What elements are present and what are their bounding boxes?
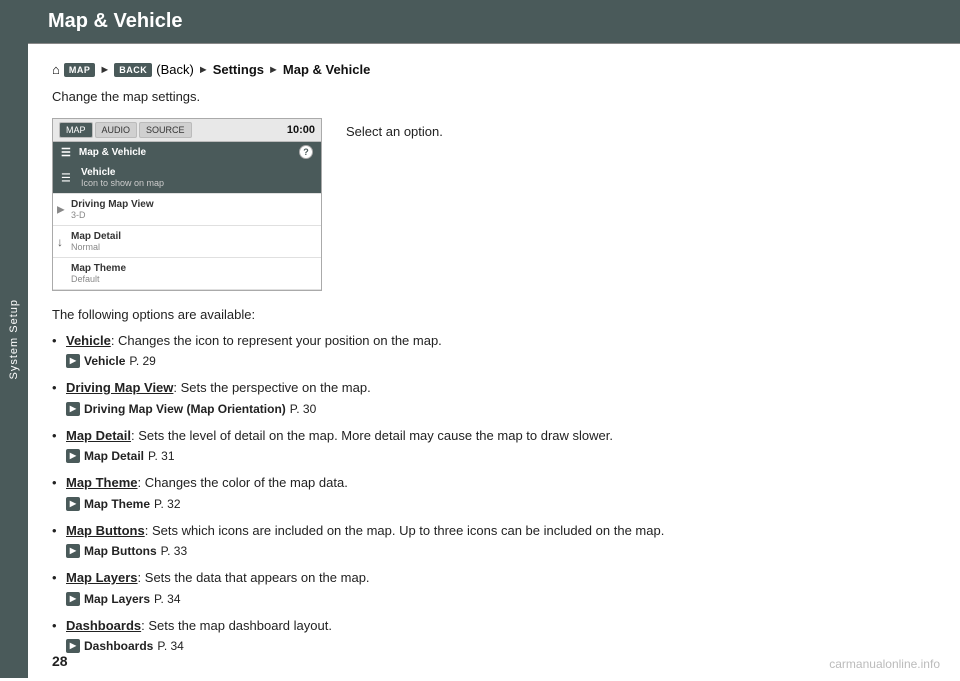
option-map-buttons: Map Buttons: Sets which icons are includ… xyxy=(52,521,936,561)
breadcrumb-arrow1: ► xyxy=(99,64,110,76)
mockup-item-driving-sub: 3-D xyxy=(71,210,311,220)
ref-page-driving: P. 30 xyxy=(290,400,316,418)
mockup-title-bar: ☰ Map & Vehicle ? xyxy=(53,142,321,162)
ref-text-layers: Map Layers xyxy=(84,590,150,608)
option-layers-name: Map Layers xyxy=(66,570,138,585)
ref-text-buttons: Map Buttons xyxy=(84,542,157,560)
scroll-down-indicator: ↓ xyxy=(57,235,63,249)
tab-source[interactable]: SOURCE xyxy=(139,122,192,138)
ref-icon-vehicle: ▶ xyxy=(66,354,80,368)
map-button-icon: MAP xyxy=(64,63,96,77)
ref-page-dashboards: P. 34 xyxy=(157,637,183,655)
ref-page-layers: P. 34 xyxy=(154,590,180,608)
ref-icon-buttons: ▶ xyxy=(66,544,80,558)
mockup-item-map-theme[interactable]: Map Theme Default xyxy=(53,258,321,290)
ref-text-vehicle: Vehicle xyxy=(84,352,125,370)
tab-map[interactable]: MAP xyxy=(59,122,93,138)
breadcrumb-arrow2: ► xyxy=(198,64,209,76)
breadcrumb: ⌂ MAP ► BACK (Back) ► Settings ► Map & V… xyxy=(52,62,936,77)
mockup-header: MAP AUDIO SOURCE 10:00 xyxy=(53,119,321,142)
ref-text-theme: Map Theme xyxy=(84,495,150,513)
home-icon: ⌂ xyxy=(52,62,60,77)
mockup-item-detail-sub: Normal xyxy=(71,242,311,252)
back-text: (Back) xyxy=(156,62,194,77)
ref-page-detail: P. 31 xyxy=(148,447,174,465)
mockup-tabs: MAP AUDIO SOURCE xyxy=(59,122,192,138)
mockup-menu: Vehicle Icon to show on map ☰ ▶ Driving … xyxy=(53,162,321,290)
options-section: The following options are available: Veh… xyxy=(52,305,936,655)
option-buttons-ref[interactable]: ▶ Map Buttons P. 33 xyxy=(66,542,936,560)
watermark: carmanualonline.info xyxy=(829,657,940,671)
option-map-layers: Map Layers: Sets the data that appears o… xyxy=(52,568,936,608)
breadcrumb-arrow3: ► xyxy=(268,64,279,76)
main-content: Map & Vehicle ⌂ MAP ► BACK (Back) ► Sett… xyxy=(28,0,960,678)
page-header: Map & Vehicle xyxy=(28,0,960,44)
sidebar: System Setup xyxy=(0,0,28,678)
option-detail-text: Map Detail: Sets the level of detail on … xyxy=(66,428,613,443)
option-dashboards: Dashboards: Sets the map dashboard layou… xyxy=(52,616,936,656)
page-title: Map & Vehicle xyxy=(48,10,183,33)
ref-text-driving: Driving Map View (Map Orientation) xyxy=(84,400,286,418)
option-driving-name: Driving Map View xyxy=(66,380,173,395)
option-detail-name: Map Detail xyxy=(66,428,131,443)
ref-text-dashboards: Dashboards xyxy=(84,637,153,655)
driving-map-indicator: ▶ xyxy=(57,204,65,215)
option-buttons-name: Map Buttons xyxy=(66,523,145,538)
option-dashboards-ref[interactable]: ▶ Dashboards P. 34 xyxy=(66,637,936,655)
mockup-item-vehicle-name: Vehicle xyxy=(81,167,311,178)
option-layers-ref[interactable]: ▶ Map Layers P. 34 xyxy=(66,590,936,608)
mockup-title: Map & Vehicle xyxy=(79,147,146,158)
option-dashboards-name: Dashboards xyxy=(66,618,141,633)
ref-page-buttons: P. 33 xyxy=(161,542,187,560)
ref-icon-driving: ▶ xyxy=(66,402,80,416)
ref-icon-dashboards: ▶ xyxy=(66,639,80,653)
ref-icon-layers: ▶ xyxy=(66,592,80,606)
ref-icon-detail: ▶ xyxy=(66,449,80,463)
option-dashboards-text: Dashboards: Sets the map dashboard layou… xyxy=(66,618,332,633)
ref-icon-theme: ▶ xyxy=(66,497,80,511)
breadcrumb-section: Map & Vehicle xyxy=(283,62,370,77)
option-vehicle-text: Vehicle: Changes the icon to represent y… xyxy=(66,333,442,348)
option-map-detail: Map Detail: Sets the level of detail on … xyxy=(52,426,936,466)
mockup-item-driving-map[interactable]: ▶ Driving Map View 3-D xyxy=(53,194,321,226)
select-option-text: Select an option. xyxy=(346,124,443,139)
mockup-item-vehicle-sub: Icon to show on map xyxy=(81,178,311,188)
back-button-icon: BACK xyxy=(114,63,152,77)
mockup-item-theme-sub: Default xyxy=(71,274,311,284)
tab-audio[interactable]: AUDIO xyxy=(95,122,138,138)
mockup-menu-icon: ☰ xyxy=(61,171,71,184)
mockup-item-driving-name: Driving Map View xyxy=(71,199,311,210)
option-vehicle: Vehicle: Changes the icon to represent y… xyxy=(52,331,936,371)
mockup-item-theme-name: Map Theme xyxy=(71,263,311,274)
breadcrumb-settings: Settings xyxy=(213,62,264,77)
ui-mockup: MAP AUDIO SOURCE 10:00 ☰ Map & Vehicle ? xyxy=(52,118,322,291)
mockup-item-map-detail[interactable]: ↓ Map Detail Normal xyxy=(53,226,321,258)
option-map-theme: Map Theme: Changes the color of the map … xyxy=(52,473,936,513)
ref-page-vehicle: P. 29 xyxy=(129,352,155,370)
mockup-item-detail-name: Map Detail xyxy=(71,231,311,242)
option-driving-ref[interactable]: ▶ Driving Map View (Map Orientation) P. … xyxy=(66,400,936,418)
page-number: 28 xyxy=(52,653,68,669)
content-area: ⌂ MAP ► BACK (Back) ► Settings ► Map & V… xyxy=(28,44,960,681)
sidebar-label: System Setup xyxy=(8,299,20,379)
option-theme-ref[interactable]: ▶ Map Theme P. 32 xyxy=(66,495,936,513)
option-theme-name: Map Theme xyxy=(66,475,138,490)
mockup-help-button[interactable]: ? xyxy=(299,145,313,159)
ref-page-theme: P. 32 xyxy=(154,495,180,513)
mockup-menu-lines: ☰ xyxy=(61,146,71,159)
option-theme-text: Map Theme: Changes the color of the map … xyxy=(66,475,348,490)
mockup-time: 10:00 xyxy=(287,124,315,136)
ref-text-detail: Map Detail xyxy=(84,447,144,465)
page-description: Change the map settings. xyxy=(52,89,936,104)
option-vehicle-name: Vehicle xyxy=(66,333,111,348)
option-layers-text: Map Layers: Sets the data that appears o… xyxy=(66,570,370,585)
option-driving-text: Driving Map View: Sets the perspective o… xyxy=(66,380,371,395)
body-row: MAP AUDIO SOURCE 10:00 ☰ Map & Vehicle ? xyxy=(52,118,936,291)
option-buttons-text: Map Buttons: Sets which icons are includ… xyxy=(66,523,664,538)
option-detail-ref[interactable]: ▶ Map Detail P. 31 xyxy=(66,447,936,465)
options-intro: The following options are available: xyxy=(52,305,936,325)
option-vehicle-ref[interactable]: ▶ Vehicle P. 29 xyxy=(66,352,936,370)
option-driving-map: Driving Map View: Sets the perspective o… xyxy=(52,378,936,418)
mockup-item-vehicle[interactable]: Vehicle Icon to show on map ☰ xyxy=(53,162,321,194)
